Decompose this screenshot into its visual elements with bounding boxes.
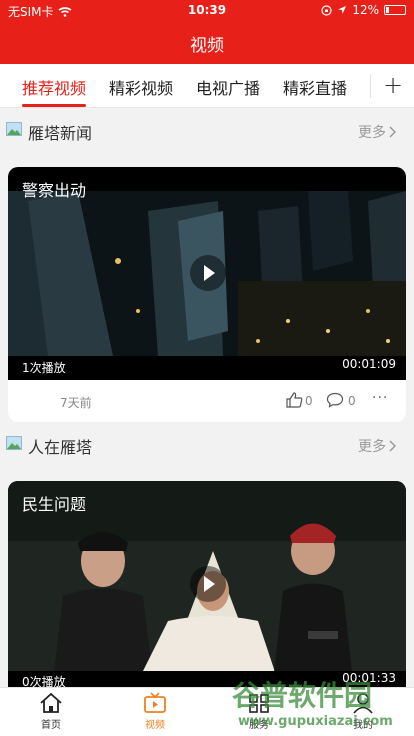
publish-time: 7天前 — [60, 396, 92, 410]
category-tabs: 推荐视频 精彩视频 电视广播 精彩直播 + — [0, 64, 414, 108]
video-duration: 00:01:09 — [342, 357, 396, 371]
card-footer: 7天前 0 0 ··· — [8, 380, 406, 422]
video-title: 民生问题 — [22, 495, 87, 514]
active-tab-indicator — [22, 104, 86, 107]
section-title: 人在雁塔 — [28, 438, 93, 457]
nav-bar: 视频 — [0, 20, 414, 64]
bottom-nav-label: 视频 — [145, 720, 165, 731]
play-count: 1次播放 — [22, 361, 66, 375]
image-icon — [6, 436, 22, 450]
tab-recommended[interactable]: 推荐视频 — [22, 75, 86, 99]
section-header-news: 雁塔新闻 更多 — [0, 110, 414, 150]
tab-live[interactable]: 精彩直播 — [283, 75, 347, 99]
tab-divider — [370, 74, 371, 98]
comment-count: 0 — [348, 394, 356, 408]
chevron-right-icon — [389, 126, 396, 138]
tab-tv-broadcast[interactable]: 电视广播 — [196, 75, 260, 99]
play-count: 0次播放 — [22, 675, 66, 687]
status-bar: 无SIM卡 10:39 12% — [0, 0, 414, 20]
video-card[interactable]: 警察出动 1次播放 00:01:09 7天前 0 0 ··· — [8, 167, 406, 422]
more-label: 更多 — [358, 125, 386, 141]
add-tab-icon[interactable]: + — [383, 73, 403, 97]
bottom-nav-label: 首页 — [41, 720, 61, 731]
section-header-people: 人在雁塔 更多 — [0, 424, 414, 464]
bottom-nav-home[interactable]: 首页 — [21, 692, 81, 731]
video-card[interactable]: 民生问题 0次播放 00:01:33 — [8, 481, 406, 687]
section-title: 雁塔新闻 — [28, 124, 93, 143]
video-thumbnail[interactable]: 民生问题 0次播放 00:01:33 — [8, 481, 406, 687]
battery-icon — [384, 5, 406, 15]
play-button[interactable] — [190, 566, 226, 602]
video-title: 警察出动 — [22, 181, 87, 200]
more-link[interactable]: 更多 — [358, 436, 396, 456]
home-icon — [40, 692, 62, 713]
thumbs-up-icon[interactable] — [286, 392, 303, 408]
watermark-text: 谷普软件园 — [232, 679, 373, 712]
watermark-url: www.gupuxiazai.com — [238, 714, 393, 729]
more-options-icon[interactable]: ··· — [372, 390, 388, 406]
comment-icon[interactable] — [326, 392, 344, 408]
page-title: 视频 — [190, 36, 224, 56]
video-icon — [144, 692, 166, 713]
image-icon — [6, 122, 22, 136]
tab-featured[interactable]: 精彩视频 — [109, 75, 173, 99]
battery-percent: 12% — [352, 3, 379, 17]
location-icon — [338, 6, 347, 14]
orientation-lock-icon — [321, 4, 332, 16]
more-label: 更多 — [358, 439, 386, 455]
like-count: 0 — [305, 394, 313, 408]
bottom-nav-video[interactable]: 视频 — [125, 692, 185, 731]
video-thumbnail[interactable]: 警察出动 1次播放 00:01:09 — [8, 167, 406, 380]
play-button[interactable] — [190, 255, 226, 291]
more-link[interactable]: 更多 — [358, 122, 396, 142]
chevron-right-icon — [389, 440, 396, 452]
status-right: 12% — [321, 3, 406, 17]
